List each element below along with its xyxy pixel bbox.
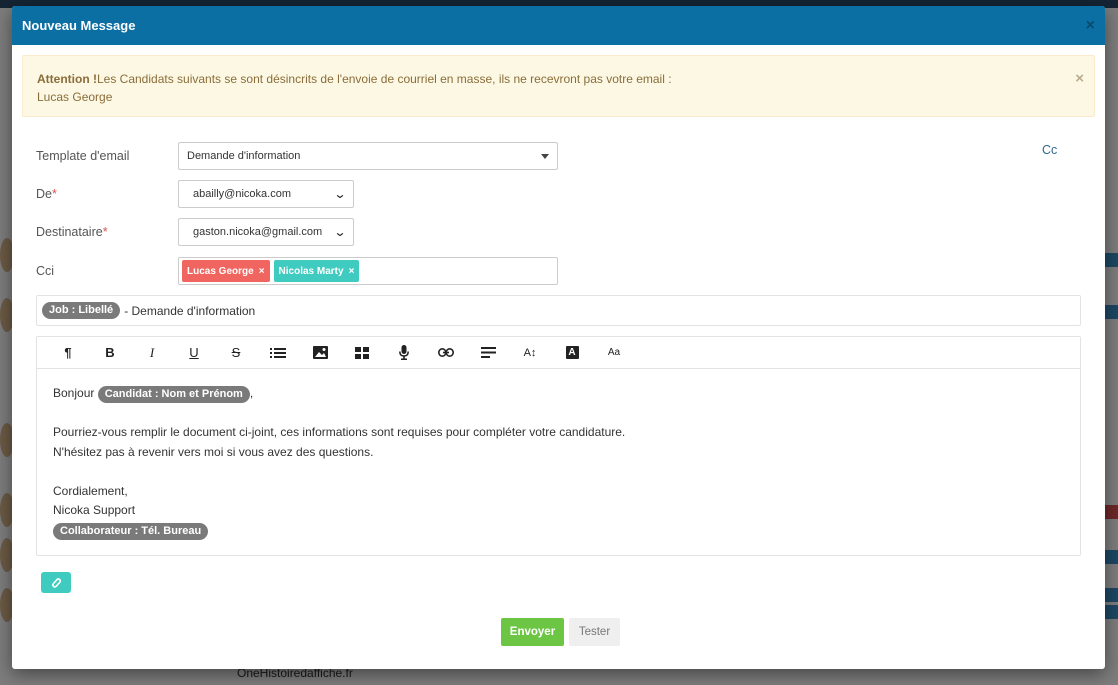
required-mark: * <box>51 187 57 201</box>
subject-text: - Demande d'information <box>124 303 256 318</box>
editor-body[interactable]: Bonjour Candidat : Nom et Prénom, Pourri… <box>37 369 1080 555</box>
remove-tag-icon[interactable]: × <box>349 266 355 277</box>
remove-tag-icon[interactable]: × <box>259 266 265 277</box>
alert-close-icon[interactable]: × <box>1075 70 1084 88</box>
rich-text-editor: ¶ B I U S A↕ A Aa Bonjour Candidat: Nom… <box>36 336 1081 556</box>
microphone-icon[interactable] <box>383 345 425 360</box>
alert-message: Attention !Les Candidats suivants se son… <box>37 70 1080 88</box>
body-line: Pourriez-vous remplir le document ci-joi… <box>53 425 626 439</box>
greeting-line: Bonjour Candidat : Nom et Prénom, <box>53 384 1064 404</box>
alert-names: Lucas George <box>37 90 113 104</box>
caret-down-icon <box>541 153 549 159</box>
to-label: Destinataire* <box>36 225 108 239</box>
new-message-modal: Nouveau Message × Attention !Les Candida… <box>12 6 1105 669</box>
collaborator-phone-token: Collaborateur : Tél. Bureau <box>53 522 209 540</box>
editor-toolbar: ¶ B I U S A↕ A Aa <box>37 337 1080 369</box>
image-icon[interactable] <box>299 346 341 359</box>
subject-token: Job : Libellé <box>42 302 121 319</box>
to-select-value: gaston.nicoka@gmail.com <box>193 226 323 238</box>
text-color-glyph: A <box>565 346 579 359</box>
unsubscribe-warning-alert: Attention !Les Candidats suivants se son… <box>22 55 1095 117</box>
required-mark: * <box>102 225 108 239</box>
paragraph-icon[interactable]: ¶ <box>47 345 89 360</box>
body-line: N'hésitez pas à revenir vers moi si vous… <box>53 444 374 459</box>
test-button[interactable]: Tester <box>569 618 620 646</box>
from-label: De* <box>36 187 57 201</box>
italic-icon[interactable]: I <box>131 345 173 361</box>
font-size-icon[interactable]: Aa <box>593 347 635 358</box>
alert-text: Les Candidats suivants se sont désincrit… <box>96 72 672 86</box>
signature-line: Nicoka Support <box>53 503 136 517</box>
text-color-icon[interactable]: A <box>551 346 593 359</box>
template-select-value: Demande d'information <box>187 150 301 162</box>
modal-header: Nouveau Message × <box>12 6 1105 45</box>
from-select[interactable]: abailly@nicoka.com ⌄ <box>178 180 354 208</box>
closing-line: Cordialement, <box>53 483 128 498</box>
template-label: Template d'email <box>36 149 130 163</box>
chevron-down-icon: ⌄ <box>333 187 347 201</box>
strikethrough-icon[interactable]: S <box>215 345 257 360</box>
bold-icon[interactable]: B <box>89 345 131 360</box>
close-icon[interactable]: × <box>1086 17 1095 35</box>
cc-link[interactable]: Cc <box>1042 143 1057 157</box>
send-button[interactable]: Envoyer <box>501 618 564 646</box>
template-select[interactable]: Demande d'information <box>178 142 558 170</box>
candidate-name-token: Candidat : Nom et Prénom <box>97 386 250 403</box>
table-icon[interactable] <box>341 346 383 359</box>
underline-icon[interactable]: U <box>173 345 215 360</box>
bcc-tag[interactable]: Nicolas Marty × <box>273 260 360 282</box>
to-select[interactable]: gaston.nicoka@gmail.com ⌄ <box>178 218 354 246</box>
signature-token-line: Collaborateur : Tél. Bureau <box>53 521 1064 541</box>
paperclip-icon <box>52 577 61 588</box>
alert-strong: Attention ! <box>37 72 97 86</box>
modal-title: Nouveau Message <box>22 18 136 33</box>
attach-file-button[interactable] <box>41 572 71 593</box>
from-select-value: abailly@nicoka.com <box>193 188 291 200</box>
bcc-label: Cci <box>36 264 55 278</box>
align-icon[interactable] <box>467 347 509 358</box>
chevron-down-icon: ⌄ <box>333 225 347 239</box>
line-height-icon[interactable]: A↕ <box>509 347 551 359</box>
link-icon[interactable] <box>425 348 467 357</box>
list-icon[interactable] <box>257 347 299 359</box>
bcc-tag[interactable]: Lucas George × <box>182 260 270 282</box>
bcc-tag-input[interactable]: Lucas George × Nicolas Marty × <box>178 257 558 285</box>
subject-field[interactable]: Job : Libellé - Demande d'information <box>36 295 1081 326</box>
